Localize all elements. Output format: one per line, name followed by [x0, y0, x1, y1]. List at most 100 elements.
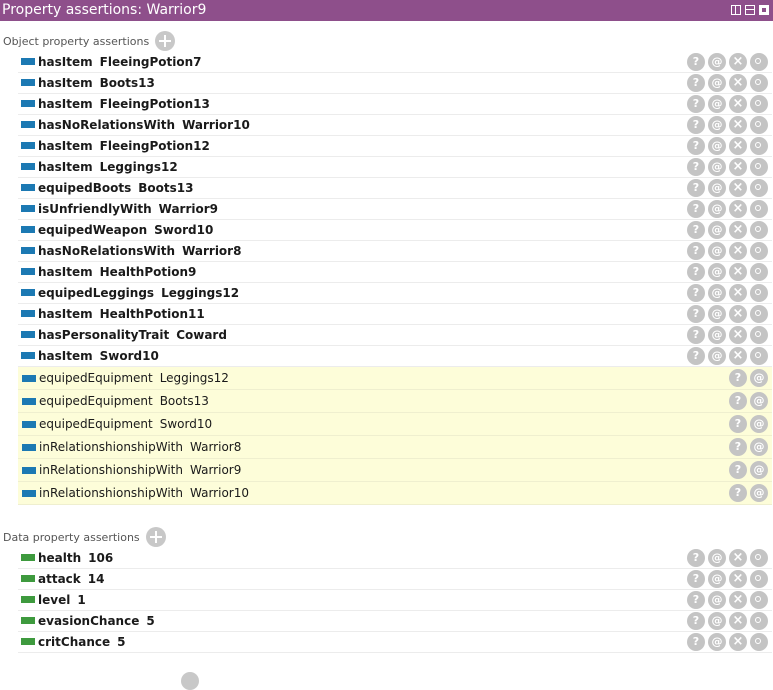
annotate-icon[interactable]: @ — [708, 591, 726, 609]
edit-icon[interactable] — [750, 116, 768, 134]
assertion-row[interactable]: hasItem Boots13? @ × — [18, 73, 772, 94]
delete-icon[interactable]: × — [729, 284, 747, 302]
assertion-row[interactable]: hasItem FleeingPotion7? @ × — [18, 52, 772, 73]
delete-icon[interactable]: × — [729, 591, 747, 609]
explain-icon[interactable]: ? — [687, 633, 705, 651]
assertion-row[interactable]: hasItem HealthPotion11? @ × — [18, 304, 772, 325]
edit-icon[interactable] — [750, 326, 768, 344]
delete-icon[interactable]: × — [729, 549, 747, 567]
explain-icon[interactable]: ? — [729, 461, 747, 479]
delete-icon[interactable]: × — [729, 221, 747, 239]
assertion-row[interactable]: equipedWeapon Sword10? @ × — [18, 220, 772, 241]
view-split-horizontal-icon[interactable] — [745, 5, 755, 15]
annotate-icon[interactable]: @ — [708, 158, 726, 176]
explain-icon[interactable]: ? — [729, 438, 747, 456]
explain-icon[interactable]: ? — [687, 74, 705, 92]
explain-icon[interactable]: ? — [687, 221, 705, 239]
explain-icon[interactable]: ? — [687, 242, 705, 260]
annotate-icon[interactable]: @ — [750, 438, 768, 456]
delete-icon[interactable]: × — [729, 305, 747, 323]
delete-icon[interactable]: × — [729, 74, 747, 92]
inferred-assertion-row[interactable]: equipedEquipment Sword10? @ — [18, 413, 772, 436]
edit-icon[interactable] — [750, 347, 768, 365]
annotate-icon[interactable]: @ — [708, 305, 726, 323]
assertion-row[interactable]: hasItem FleeingPotion12? @ × — [18, 136, 772, 157]
delete-icon[interactable]: × — [729, 612, 747, 630]
explain-icon[interactable]: ? — [687, 347, 705, 365]
assertion-row[interactable]: hasNoRelationsWith Warrior10? @ × — [18, 115, 772, 136]
edit-icon[interactable] — [750, 53, 768, 71]
edit-icon[interactable] — [750, 158, 768, 176]
delete-icon[interactable]: × — [729, 95, 747, 113]
explain-icon[interactable]: ? — [729, 392, 747, 410]
edit-icon[interactable] — [750, 633, 768, 651]
annotate-icon[interactable]: @ — [708, 612, 726, 630]
assertion-row[interactable]: hasItem Leggings12? @ × — [18, 157, 772, 178]
explain-icon[interactable]: ? — [687, 263, 705, 281]
annotate-icon[interactable]: @ — [708, 95, 726, 113]
explain-icon[interactable]: ? — [729, 369, 747, 387]
inferred-assertion-row[interactable]: equipedEquipment Leggings12? @ — [18, 367, 772, 390]
edit-icon[interactable] — [750, 179, 768, 197]
assertion-row[interactable]: critChance 5? @ × — [18, 632, 772, 653]
assertion-row[interactable]: isUnfriendlyWith Warrior9? @ × — [18, 199, 772, 220]
add-negative-assertion-icon[interactable] — [181, 672, 199, 690]
edit-icon[interactable] — [750, 591, 768, 609]
explain-icon[interactable]: ? — [687, 305, 705, 323]
assertion-row[interactable]: equipedLeggings Leggings12? @ × — [18, 283, 772, 304]
annotate-icon[interactable]: @ — [708, 137, 726, 155]
edit-icon[interactable] — [750, 570, 768, 588]
annotate-icon[interactable]: @ — [708, 116, 726, 134]
delete-icon[interactable]: × — [729, 200, 747, 218]
edit-icon[interactable] — [750, 242, 768, 260]
explain-icon[interactable]: ? — [687, 95, 705, 113]
assertion-row[interactable]: evasionChance 5? @ × — [18, 611, 772, 632]
delete-icon[interactable]: × — [729, 116, 747, 134]
add-data-property-icon[interactable] — [145, 527, 166, 547]
explain-icon[interactable]: ? — [687, 137, 705, 155]
annotate-icon[interactable]: @ — [750, 392, 768, 410]
explain-icon[interactable]: ? — [687, 612, 705, 630]
inferred-assertion-row[interactable]: inRelationshionshipWith Warrior10? @ — [18, 482, 772, 505]
explain-icon[interactable]: ? — [687, 158, 705, 176]
view-split-vertical-icon[interactable] — [731, 5, 741, 15]
assertion-row[interactable]: hasItem HealthPotion9? @ × — [18, 262, 772, 283]
explain-icon[interactable]: ? — [729, 415, 747, 433]
edit-icon[interactable] — [750, 95, 768, 113]
explain-icon[interactable]: ? — [687, 53, 705, 71]
annotate-icon[interactable]: @ — [708, 263, 726, 281]
explain-icon[interactable]: ? — [687, 591, 705, 609]
annotate-icon[interactable]: @ — [708, 200, 726, 218]
assertion-row[interactable]: attack 14? @ × — [18, 569, 772, 590]
inferred-assertion-row[interactable]: inRelationshionshipWith Warrior9? @ — [18, 459, 772, 482]
delete-icon[interactable]: × — [729, 347, 747, 365]
explain-icon[interactable]: ? — [687, 200, 705, 218]
edit-icon[interactable] — [750, 263, 768, 281]
assertion-row[interactable]: hasItem FleeingPotion13? @ × — [18, 94, 772, 115]
annotate-icon[interactable]: @ — [708, 221, 726, 239]
explain-icon[interactable]: ? — [729, 484, 747, 502]
annotate-icon[interactable]: @ — [708, 549, 726, 567]
delete-icon[interactable]: × — [729, 633, 747, 651]
annotate-icon[interactable]: @ — [708, 179, 726, 197]
annotate-icon[interactable]: @ — [708, 570, 726, 588]
assertion-row[interactable]: equipedBoots Boots13? @ × — [18, 178, 772, 199]
edit-icon[interactable] — [750, 221, 768, 239]
annotate-icon[interactable]: @ — [750, 461, 768, 479]
edit-icon[interactable] — [750, 612, 768, 630]
assertion-row[interactable]: hasPersonalityTrait Coward? @ × — [18, 325, 772, 346]
annotate-icon[interactable]: @ — [708, 326, 726, 344]
delete-icon[interactable]: × — [729, 158, 747, 176]
explain-icon[interactable]: ? — [687, 116, 705, 134]
delete-icon[interactable]: × — [729, 137, 747, 155]
delete-icon[interactable]: × — [729, 263, 747, 281]
annotate-icon[interactable]: @ — [708, 242, 726, 260]
delete-icon[interactable]: × — [729, 570, 747, 588]
assertion-row[interactable]: level 1? @ × — [18, 590, 772, 611]
annotate-icon[interactable]: @ — [750, 484, 768, 502]
edit-icon[interactable] — [750, 137, 768, 155]
assertion-row[interactable]: hasItem Sword10? @ × — [18, 346, 772, 367]
explain-icon[interactable]: ? — [687, 284, 705, 302]
inferred-assertion-row[interactable]: inRelationshionshipWith Warrior8? @ — [18, 436, 772, 459]
annotate-icon[interactable]: @ — [708, 347, 726, 365]
